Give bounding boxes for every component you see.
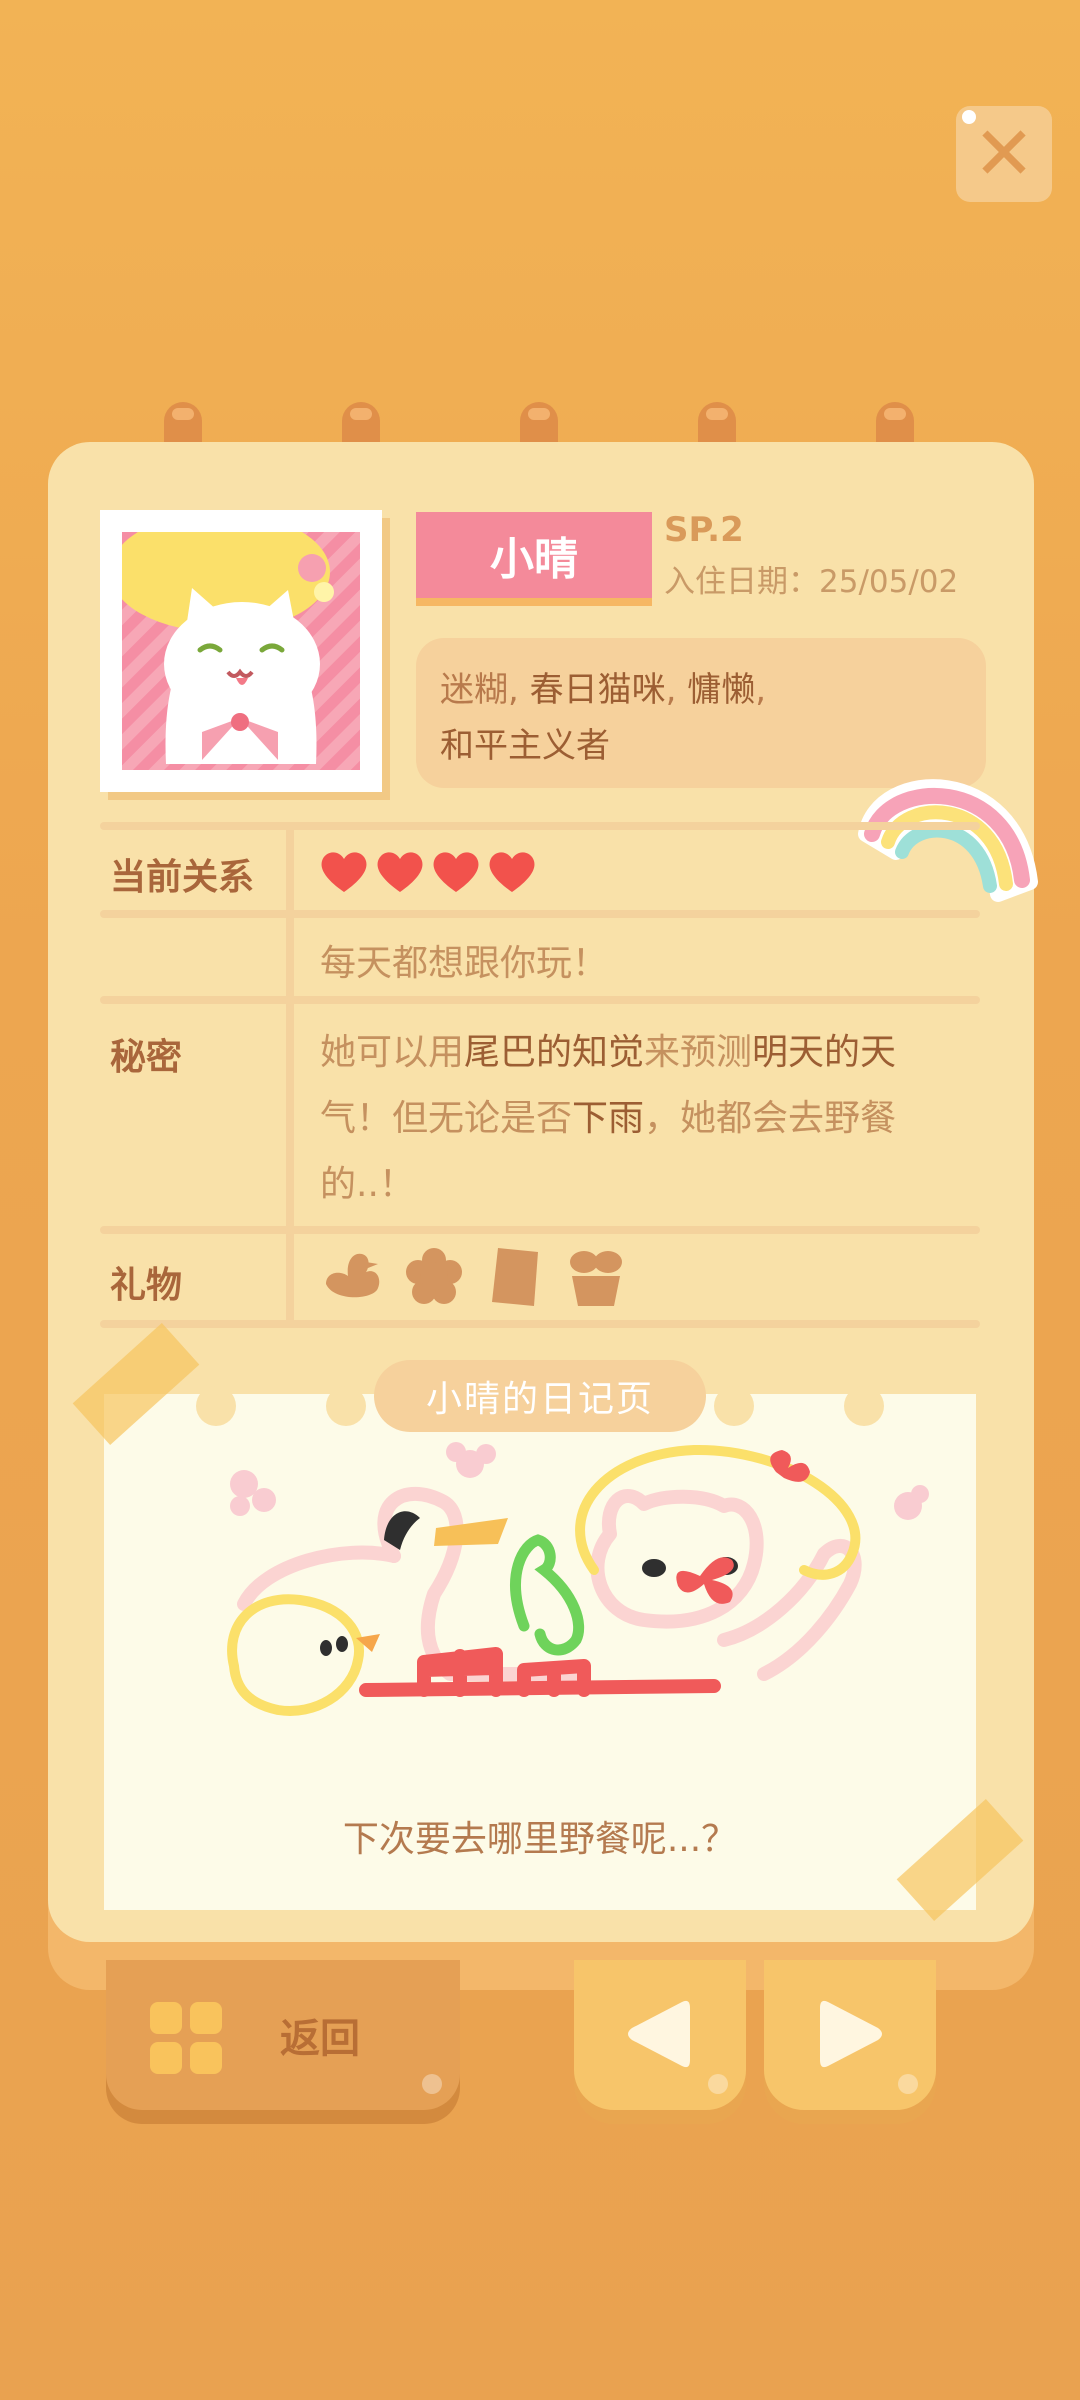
secret-part: 来预测 <box>644 1032 753 1073</box>
grid-menu-icon <box>150 2002 222 2074</box>
character-name: 小晴 <box>416 512 652 598</box>
character-portrait <box>100 510 382 792</box>
trait-3: 慵懒 <box>687 670 756 710</box>
diary-title: 小晴的日记页 <box>374 1360 706 1432</box>
divider <box>100 910 980 918</box>
secret-part: 她可以用 <box>320 1032 465 1073</box>
page-notch <box>844 1386 884 1426</box>
heart-icon <box>377 852 423 892</box>
triangle-right-icon <box>820 2000 882 2068</box>
trait-4: 和平主义者 <box>440 726 610 766</box>
shine-dot <box>422 2074 442 2094</box>
checkin-label: 入住日期： <box>664 564 819 600</box>
plant-gift-icon[interactable] <box>564 1248 628 1310</box>
shine-dot <box>708 2074 728 2094</box>
flower-gift-icon[interactable] <box>404 1246 464 1306</box>
triangle-left-icon <box>628 2000 690 2068</box>
page-notch <box>714 1386 754 1426</box>
shine-dot <box>898 2074 918 2094</box>
secret-part: 的..！ <box>320 1164 415 1205</box>
trait-2: 春日猫咪 <box>529 670 666 710</box>
secret-part: 气！但无论是否 <box>320 1098 573 1139</box>
relation-label: 当前关系 <box>110 857 255 898</box>
secret-part: 明天的天 <box>752 1032 897 1073</box>
book-gift-icon[interactable] <box>488 1244 544 1308</box>
next-button[interactable] <box>764 1960 936 2110</box>
series-label: SP.2 <box>664 510 744 550</box>
column-divider <box>286 830 294 1320</box>
relation-note: 每天都想跟你玩！ <box>320 943 609 984</box>
heart-icon <box>433 852 479 892</box>
heart-icon <box>321 852 367 892</box>
checkin-value: 25/05/02 <box>819 564 959 600</box>
shine-dot <box>962 110 976 124</box>
close-icon: ✕ <box>972 111 1035 197</box>
secret-label: 秘密 <box>110 1037 183 1078</box>
page-notch <box>196 1386 236 1426</box>
divider <box>100 996 980 1004</box>
back-button[interactable]: 返回 <box>106 1960 460 2110</box>
diary-caption: 下次要去哪里野餐呢...？ <box>342 1819 738 1860</box>
duck-gift-icon[interactable] <box>320 1248 384 1304</box>
divider <box>100 1320 980 1328</box>
trait-sep: , <box>755 670 767 710</box>
secret-part: 尾巴的知觉 <box>464 1032 645 1073</box>
previous-button[interactable] <box>574 1960 746 2110</box>
trait-sep: , <box>508 670 530 710</box>
divider <box>100 822 980 830</box>
trait-sep: , <box>665 670 688 710</box>
heart-icon <box>489 852 535 892</box>
trait-1: 迷糊 <box>440 670 508 710</box>
page-notch <box>326 1386 366 1426</box>
secret-part: 下雨 <box>572 1098 645 1139</box>
divider <box>100 1226 980 1234</box>
back-label: 返回 <box>280 2016 360 2062</box>
checkin-date: 入住日期：25/05/02 <box>664 556 958 601</box>
secret-part: ，她都会去野餐 <box>644 1098 897 1139</box>
gifts-label: 礼物 <box>110 1265 183 1306</box>
secret-text: 她可以用尾巴的知觉来预测明天的天气！但无论是否下雨，她都会去野餐的..！ <box>320 1020 960 1218</box>
rainbow-sticker <box>858 779 1038 902</box>
close-button[interactable]: ✕ <box>956 106 1052 202</box>
